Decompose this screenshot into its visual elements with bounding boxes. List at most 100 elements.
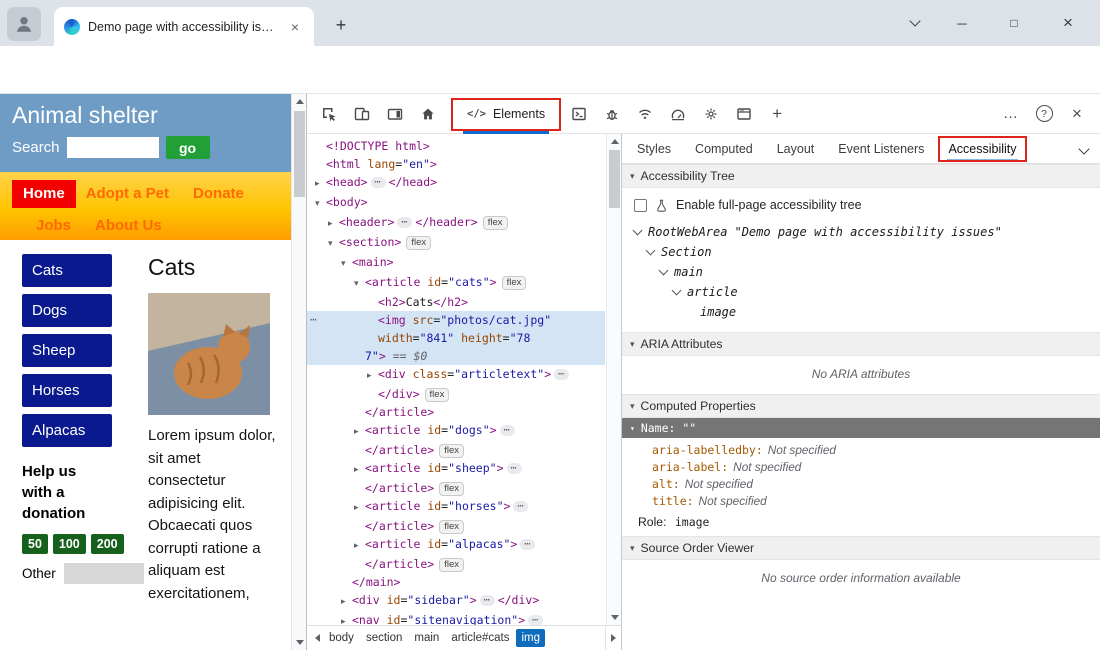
panel-tab-styles[interactable]: Styles [636, 136, 672, 162]
flex-badge[interactable]: flex [406, 236, 431, 250]
dom-tree-node[interactable]: ▾<main> [307, 253, 605, 273]
dom-tree-node[interactable]: <!DOCTYPE html> [307, 137, 605, 155]
performance-icon[interactable] [664, 100, 692, 128]
home-icon[interactable] [414, 100, 442, 128]
donation-amount-button[interactable]: 200 [91, 534, 124, 554]
inspect-element-icon[interactable] [315, 100, 343, 128]
flex-badge[interactable]: flex [439, 558, 464, 572]
flex-badge[interactable]: flex [425, 388, 450, 402]
category-button-sheep[interactable]: Sheep [22, 334, 112, 367]
inline-ellipsis-button[interactable]: ⋯ [554, 369, 569, 380]
dom-tree-node[interactable]: ▾<body> [307, 193, 605, 213]
section-accessibility-tree[interactable]: ▾ Accessibility Tree [622, 164, 1100, 188]
tab-list-chevron-icon[interactable] [898, 8, 932, 38]
dom-tree-node[interactable]: </article> [307, 403, 605, 421]
dom-tree-node[interactable]: ▸<article id="dogs">⋯ [307, 421, 605, 441]
dom-scrollbar-thumb[interactable] [609, 150, 620, 208]
dom-tree-node[interactable]: <h2>Cats</h2> [307, 293, 605, 311]
a11y-tree-node[interactable]: main [622, 262, 1100, 282]
search-go-button[interactable]: go [166, 136, 210, 159]
expand-toggle-icon[interactable]: ▸ [328, 215, 339, 233]
dom-scroll-down-icon[interactable] [607, 610, 621, 625]
chevron-down-icon[interactable] [633, 226, 643, 236]
dom-tree-node[interactable]: ▸<article id="sheep">⋯ [307, 459, 605, 479]
profile-avatar[interactable] [7, 7, 41, 41]
enable-full-page-tree-checkbox[interactable] [634, 199, 647, 212]
computed-name-row[interactable]: ▾ Name: "" [622, 418, 1100, 438]
a11y-tree-node[interactable]: RootWebArea"Demo page with accessibility… [622, 222, 1100, 242]
scroll-down-icon[interactable] [292, 635, 307, 650]
dom-tree-node[interactable]: <html lang="en"> [307, 155, 605, 173]
breadcrumb-item-section[interactable]: section [361, 629, 407, 647]
dom-tree-node[interactable]: ⋯<img src="photos/cat.jpg" [307, 311, 605, 329]
nav-item-jobs[interactable]: Jobs [36, 215, 71, 237]
inline-ellipsis-button[interactable]: ⋯ [528, 615, 543, 625]
nav-item-home[interactable]: Home [12, 180, 76, 208]
site-search-input[interactable] [67, 137, 159, 158]
chevron-down-icon[interactable] [659, 266, 669, 276]
browser-tab[interactable]: Demo page with accessibility issues × [54, 7, 314, 46]
dock-side-icon[interactable] [381, 100, 409, 128]
a11y-tree-node[interactable]: article [622, 282, 1100, 302]
nav-item-adopt-a-pet[interactable]: Adopt a Pet [86, 183, 169, 205]
new-tab-button[interactable]: + [328, 12, 354, 38]
panel-tab-computed[interactable]: Computed [694, 136, 754, 162]
dom-scrollbar[interactable] [606, 134, 621, 625]
tab-close-icon[interactable]: × [286, 18, 304, 36]
dom-tree-node[interactable]: ▸<article id="alpacas">⋯ [307, 535, 605, 555]
devtools-close-icon[interactable]: × [1063, 100, 1091, 128]
chevron-down-icon[interactable] [646, 246, 656, 256]
expand-toggle-icon[interactable]: ▾ [341, 255, 352, 273]
expand-toggle-icon[interactable]: ▾ [328, 235, 339, 253]
dom-tree-node[interactable]: ▾<article id="cats">flex [307, 273, 605, 293]
breadcrumb-right-icon[interactable] [605, 626, 621, 650]
add-tool-button[interactable]: + [763, 100, 791, 128]
expand-toggle-icon[interactable]: ▾ [354, 275, 365, 293]
inline-ellipsis-button[interactable]: ⋯ [520, 539, 535, 550]
dom-tree-node[interactable]: </div>flex [307, 385, 605, 403]
a11y-tree-node[interactable]: image [622, 302, 1100, 322]
expand-toggle-icon[interactable]: ▸ [354, 461, 365, 479]
dom-tree-node[interactable]: </article>flex [307, 517, 605, 535]
panel-tab-accessibility[interactable]: Accessibility [947, 136, 1017, 162]
network-icon[interactable] [631, 100, 659, 128]
expand-toggle-icon[interactable]: ▸ [354, 499, 365, 517]
inline-ellipsis-button[interactable]: ⋯ [371, 177, 386, 188]
inline-ellipsis-button[interactable]: ⋯ [397, 217, 412, 228]
window-close-button[interactable]: × [1046, 8, 1090, 38]
flex-badge[interactable]: flex [439, 520, 464, 534]
nav-item-about-us[interactable]: About Us [95, 215, 162, 237]
section-computed-properties[interactable]: ▾ Computed Properties [622, 394, 1100, 418]
dom-tree-node[interactable]: </article>flex [307, 555, 605, 573]
section-source-order[interactable]: ▾ Source Order Viewer [622, 536, 1100, 560]
expand-toggle-icon[interactable]: ▸ [315, 175, 326, 193]
inline-ellipsis-button[interactable]: ⋯ [480, 595, 495, 606]
page-scrollbar[interactable] [291, 94, 306, 650]
dom-tree-node[interactable]: ▾<section>flex [307, 233, 605, 253]
inline-ellipsis-button[interactable]: ⋯ [507, 463, 522, 474]
expand-toggle-icon[interactable]: ▸ [367, 367, 378, 385]
dom-tree-node[interactable]: </article>flex [307, 479, 605, 497]
category-button-alpacas[interactable]: Alpacas [22, 414, 112, 447]
flex-badge[interactable]: flex [439, 482, 464, 496]
expand-toggle-icon[interactable]: ▸ [354, 423, 365, 441]
panel-tab-layout[interactable]: Layout [776, 136, 816, 162]
devtools-help-icon[interactable]: ? [1030, 100, 1058, 128]
flex-badge[interactable]: flex [439, 444, 464, 458]
section-aria-attributes[interactable]: ▾ ARIA Attributes [622, 332, 1100, 356]
settings-gear-icon[interactable] [697, 100, 725, 128]
breadcrumb-item-body[interactable]: body [324, 629, 359, 647]
dom-tree-node[interactable]: ▸<article id="horses">⋯ [307, 497, 605, 517]
application-icon[interactable] [730, 100, 758, 128]
a11y-tree-node[interactable]: Section [622, 242, 1100, 262]
inline-ellipsis-button[interactable]: ⋯ [513, 501, 528, 512]
flex-badge[interactable]: flex [483, 216, 508, 230]
panel-tabs-overflow-icon[interactable] [1080, 142, 1088, 156]
breadcrumb-item-img[interactable]: img [516, 629, 545, 647]
chevron-down-icon[interactable] [672, 286, 682, 296]
flex-badge[interactable]: flex [502, 276, 527, 290]
dom-tree-node[interactable]: ▸<div class="articletext">⋯ [307, 365, 605, 385]
panel-tab-event-listeners[interactable]: Event Listeners [837, 136, 925, 162]
expand-toggle-icon[interactable]: ▸ [354, 537, 365, 555]
expand-toggle-icon[interactable]: ▸ [341, 593, 352, 611]
